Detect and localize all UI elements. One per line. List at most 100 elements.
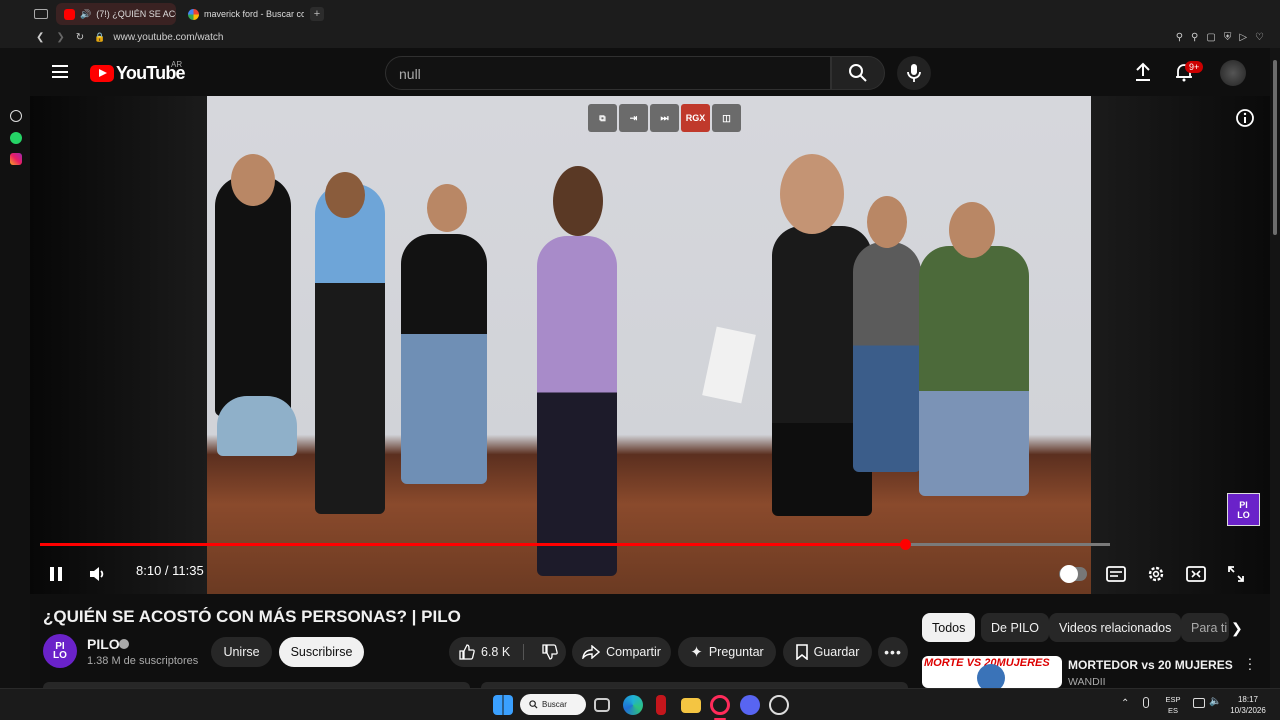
video-frame[interactable] xyxy=(207,96,1091,594)
progress-scrubber[interactable] xyxy=(899,539,911,550)
pause-icon xyxy=(50,567,62,581)
search-button[interactable] xyxy=(831,56,885,90)
exit-icon[interactable]: ⇥ xyxy=(619,104,648,132)
progress-bar[interactable] xyxy=(40,539,1110,550)
person-figure xyxy=(401,234,487,484)
page-scrollbar[interactable] xyxy=(1270,48,1280,688)
share-button[interactable]: Compartir xyxy=(572,637,671,667)
language-indicator[interactable]: ESP ES xyxy=(1163,694,1183,716)
tray-chevron-icon[interactable]: ⌃ xyxy=(1121,698,1129,709)
chip-todos[interactable]: Todos xyxy=(922,613,976,642)
shield-icon[interactable]: ⛨ xyxy=(1224,32,1232,43)
speaker-icon[interactable]: 🔊 xyxy=(80,9,91,20)
volume-icon xyxy=(90,567,104,581)
taskbar-search[interactable]: Buscar xyxy=(520,694,586,715)
upload-icon[interactable] xyxy=(1134,62,1152,82)
microphone-icon xyxy=(907,64,921,82)
windows-start-icon[interactable] xyxy=(493,695,513,715)
snapshot-icon[interactable]: ▢ xyxy=(1206,32,1215,43)
subscribe-button[interactable]: Suscribirse xyxy=(279,637,364,667)
extension-toolbar: ⧉ ⇥ ⏭ RGX ◫ xyxy=(588,104,741,134)
instagram-icon[interactable] xyxy=(10,153,22,165)
autoplay-toggle[interactable] xyxy=(1056,558,1090,590)
channel-avatar[interactable]: PI LO xyxy=(43,634,77,668)
recommended-title[interactable]: MORTEDOR vs 20 MUJERES xyxy=(1068,658,1233,672)
url-text[interactable]: www.youtube.com/watch xyxy=(113,32,223,43)
theater-mode-button[interactable] xyxy=(1180,558,1212,590)
forward-icon[interactable]: ❯ xyxy=(56,32,64,43)
thumbs-up-icon xyxy=(459,644,475,660)
search-input[interactable]: null xyxy=(385,56,831,90)
chevron-right-icon[interactable]: ❯ xyxy=(1231,620,1243,637)
discord-icon[interactable] xyxy=(740,695,760,715)
save-button[interactable]: Guardar xyxy=(783,637,872,667)
chip-videos-relacionados[interactable]: Videos relacionados xyxy=(1049,613,1182,642)
new-tab-button[interactable]: + xyxy=(310,7,324,21)
opera-gx-icon[interactable] xyxy=(710,695,730,715)
scrollbar-thumb[interactable] xyxy=(1273,60,1277,235)
rgx-button[interactable]: RGX xyxy=(681,104,710,132)
more-vertical-icon[interactable]: · · · xyxy=(1247,651,1253,675)
whatsapp-icon[interactable] xyxy=(10,132,22,144)
current-time: 8:10 xyxy=(136,563,162,578)
thumbnail-face xyxy=(977,664,1005,688)
skip-icon[interactable]: ⏭ xyxy=(650,104,679,132)
subtitles-button[interactable] xyxy=(1100,558,1132,590)
person-figure xyxy=(537,236,617,576)
settings-button[interactable] xyxy=(1140,558,1172,590)
info-icon[interactable] xyxy=(1235,108,1255,128)
zoom-icon[interactable]: ⚲ xyxy=(1176,32,1183,43)
voice-search-button[interactable] xyxy=(897,56,931,90)
volume-tray-icon[interactable]: 🔈 xyxy=(1209,696,1221,707)
fullscreen-button[interactable] xyxy=(1220,558,1252,590)
task-view-icon[interactable] xyxy=(594,698,610,712)
tab-google[interactable]: maverick ford - Buscar co xyxy=(180,3,304,25)
clock-date: 10/3/2026 xyxy=(1230,706,1266,715)
person-head xyxy=(553,166,603,236)
clock[interactable]: 18:17 10/3/2026 xyxy=(1224,694,1272,716)
tab-youtube[interactable]: 🔊 (7!) ¿QUIÉN SE ACOST xyxy=(56,3,176,25)
menu-icon[interactable] xyxy=(52,65,68,78)
heart-icon[interactable]: ♡ xyxy=(1255,32,1264,43)
channel-name[interactable]: PILO xyxy=(87,636,120,652)
reload-icon[interactable]: ↻ xyxy=(76,32,84,43)
tray-mic-icon[interactable] xyxy=(1143,697,1149,708)
player-ambient-left xyxy=(30,96,207,594)
address-bar: ❮ ❯ ↻ 🔒 www.youtube.com/watch ⚲ ⚲ ▢ ⛨ ▷ … xyxy=(0,28,1280,46)
thumbs-down-icon[interactable] xyxy=(542,644,558,660)
youtube-logo-icon[interactable] xyxy=(90,65,114,82)
verified-icon xyxy=(119,639,129,649)
join-button[interactable]: Unirse xyxy=(211,637,272,667)
chatgpt-icon[interactable] xyxy=(10,110,22,122)
video-player[interactable]: ⧉ ⇥ ⏭ RGX ◫ PI LO 8:10 / 11:35 xyxy=(30,96,1270,594)
avatar[interactable] xyxy=(1220,60,1246,86)
volume-button[interactable] xyxy=(82,558,114,590)
edge-icon[interactable] xyxy=(623,695,643,715)
recommended-channel[interactable]: WANDII xyxy=(1068,676,1106,688)
subtitles-icon xyxy=(1106,566,1126,582)
sparkle-icon: ✦ xyxy=(690,644,703,661)
sidebar-toggle-icon[interactable]: ◫ xyxy=(712,104,741,132)
more-horizontal-icon: ••• xyxy=(884,644,902,660)
send-icon[interactable]: ▷ xyxy=(1239,32,1247,43)
netflix-icon[interactable] xyxy=(656,695,666,715)
subscriber-count: 1.38 M de suscriptores xyxy=(87,655,199,667)
channel-watermark[interactable]: PI LO xyxy=(1227,493,1260,526)
like-button[interactable]: 6.8 K xyxy=(449,644,524,660)
more-actions-button[interactable]: ••• xyxy=(878,637,908,667)
ask-button[interactable]: ✦ Preguntar xyxy=(678,637,776,667)
person-figure xyxy=(215,176,291,416)
chip-de-pilo[interactable]: De PILO xyxy=(981,613,1049,642)
pip-icon[interactable]: ⧉ xyxy=(588,104,617,132)
like-count: 6.8 K xyxy=(481,645,511,659)
chip-para-ti[interactable]: Para ti xyxy=(1181,613,1229,642)
steam-icon[interactable] xyxy=(769,695,789,715)
back-icon[interactable]: ❮ xyxy=(36,32,44,43)
recommended-thumbnail[interactable]: MORTE VS 20MUJERES xyxy=(922,656,1062,688)
browser-menu-icon[interactable] xyxy=(34,9,48,19)
search-icon xyxy=(529,700,538,709)
network-icon[interactable] xyxy=(1193,698,1205,708)
pin-icon[interactable]: ⚲ xyxy=(1191,32,1198,43)
pause-button[interactable] xyxy=(40,558,72,590)
file-explorer-icon[interactable] xyxy=(681,698,701,713)
